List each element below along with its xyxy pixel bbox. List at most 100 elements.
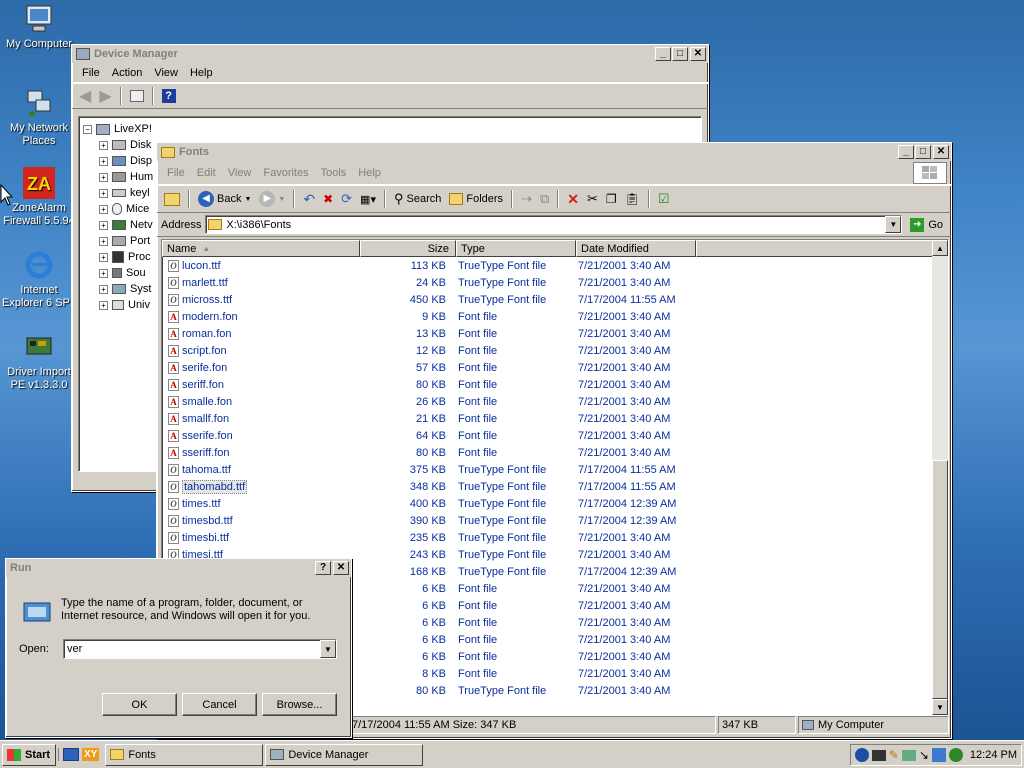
file-row[interactable]: Omicross.ttf 450 KB TrueType Font file 7/17… (162, 291, 948, 308)
move-to-icon[interactable]: ⇢ (518, 189, 535, 209)
menu-file[interactable]: File (161, 165, 191, 181)
address-input[interactable]: X:\i386\Fonts ▼ (205, 215, 903, 234)
paste-icon[interactable]: 📋︎ (622, 190, 643, 208)
maximize-button[interactable]: □ (672, 47, 688, 61)
undo-icon[interactable]: ↶ (300, 189, 318, 210)
menu-help[interactable]: Help (184, 65, 219, 81)
fonts-titlebar[interactable]: Fonts _ □ ✕ (157, 143, 951, 161)
expand-icon[interactable]: + (99, 300, 108, 310)
delete-icon[interactable]: ✕ (564, 189, 582, 210)
device-manager-titlebar[interactable]: Device Manager _ □ ✕ (72, 45, 708, 63)
desktop-icon-my-network-places[interactable]: My Network Places (0, 86, 78, 148)
tray-security-icon[interactable] (948, 748, 963, 762)
menu-favorites[interactable]: Favorites (257, 165, 314, 181)
help-button[interactable]: ? (315, 561, 331, 575)
column-date[interactable]: Date Modified (576, 240, 696, 257)
properties-icon[interactable] (127, 88, 147, 104)
menu-file[interactable]: File (76, 65, 106, 81)
scroll-track[interactable] (932, 256, 948, 460)
scroll-up-icon[interactable]: ▲ (932, 240, 948, 256)
collapse-icon[interactable]: − (83, 124, 92, 134)
run-titlebar[interactable]: Run ? ✕ (6, 559, 351, 577)
file-row[interactable]: Aserife.fon 57 KB Font file 7/21/2001 3:40 … (162, 359, 948, 376)
file-row[interactable]: Otimesbi.ttf 235 KB TrueType Font file 7/21… (162, 529, 948, 546)
show-desktop-icon[interactable] (63, 748, 79, 761)
select-all-icon[interactable]: ☑ (655, 189, 673, 209)
file-row[interactable]: Omarlett.ttf 24 KB TrueType Font file 7/21/… (162, 274, 948, 291)
file-row[interactable]: Aseriff.fon 80 KB Font file 7/21/2001 3:40 … (162, 376, 948, 393)
column-name[interactable]: Name ▲ (162, 240, 360, 257)
menu-view[interactable]: View (148, 65, 184, 81)
views-icon[interactable]: ▦▾ (357, 191, 379, 208)
desktop-icon-my-computer[interactable]: My Computer (0, 2, 78, 51)
tray-network-icon[interactable] (901, 749, 916, 761)
file-row[interactable]: Amodern.fon 9 KB Font file 7/21/2001 3:40 A… (162, 308, 948, 325)
file-row[interactable]: Otimes.ttf 400 KB TrueType Font file 7/17/2… (162, 495, 948, 512)
tray-monitor-icon[interactable] (871, 749, 886, 761)
scroll-down-icon[interactable]: ▼ (932, 699, 948, 715)
file-row[interactable]: Asserife.fon 64 KB Font file 7/21/2001 3:40… (162, 427, 948, 444)
close-button[interactable]: ✕ (933, 145, 949, 159)
minimize-button[interactable]: _ (655, 47, 671, 61)
copy-to-icon[interactable]: ⧉ (537, 189, 552, 209)
close-button[interactable]: ✕ (690, 47, 706, 61)
taskbar-item-device-manager[interactable]: Device Manager (265, 743, 424, 766)
menu-action[interactable]: Action (106, 65, 149, 81)
minimize-button[interactable]: _ (898, 145, 914, 159)
refresh-icon[interactable]: ⟳ (338, 189, 355, 209)
help-icon[interactable]: ? (159, 87, 179, 105)
go-button[interactable]: ➜ Go (906, 217, 947, 232)
expand-icon[interactable]: + (99, 156, 108, 166)
tray-tool2-icon[interactable] (931, 748, 946, 762)
menu-tools[interactable]: Tools (315, 165, 353, 181)
desktop-icon-internet-explorer[interactable]: Internet Explorer 6 SP1 (0, 248, 78, 310)
address-dropdown-button[interactable]: ▼ (885, 216, 902, 233)
copy-icon[interactable]: ❐ (603, 190, 620, 208)
clock[interactable]: 12:24 PM (970, 749, 1017, 761)
file-row[interactable]: Asmallf.fon 21 KB Font file 7/21/2001 3:40 … (162, 410, 948, 427)
expand-icon[interactable]: + (99, 284, 108, 294)
column-size[interactable]: Size (360, 240, 456, 257)
tray-icon[interactable] (854, 748, 869, 762)
cut-icon[interactable]: ✂ (584, 189, 601, 209)
start-button[interactable]: Start (2, 743, 56, 766)
expand-icon[interactable]: + (99, 252, 108, 262)
menu-view[interactable]: View (222, 165, 258, 181)
tray-tool-icon[interactable]: ✎ (889, 748, 899, 762)
browse-button[interactable]: Browse... (262, 693, 337, 716)
file-row[interactable]: Aroman.fon 13 KB Font file 7/21/2001 3:40 A… (162, 325, 948, 342)
expand-icon[interactable]: + (99, 172, 108, 182)
forward-arrow-icon[interactable]: ▶ (96, 84, 114, 108)
stop-icon[interactable]: ✖ (320, 190, 336, 208)
forward-button[interactable]: ▶ ▼ (256, 189, 288, 209)
tree-root[interactable]: − LiveXP! (83, 121, 697, 137)
expand-icon[interactable]: + (99, 236, 108, 246)
file-row[interactable]: Ascript.fon 12 KB Font file 7/21/2001 3:40 … (162, 342, 948, 359)
expand-icon[interactable]: + (99, 268, 108, 278)
tray-arrow-icon[interactable]: ↘ (919, 748, 929, 762)
file-row[interactable]: Otahoma.ttf 375 KB TrueType Font file 7/17/… (162, 461, 948, 478)
maximize-button[interactable]: □ (915, 145, 931, 159)
menu-edit[interactable]: Edit (191, 165, 222, 181)
expand-icon[interactable]: + (99, 220, 108, 230)
file-row[interactable]: Otahomabd.ttf 348 KB TrueType Font file 7/1… (162, 478, 948, 495)
up-folder-icon[interactable] (161, 191, 183, 208)
menu-help[interactable]: Help (352, 165, 387, 181)
back-arrow-icon[interactable]: ◀ (76, 84, 94, 108)
back-button[interactable]: ◀ Back ▼ (195, 189, 254, 209)
folders-button[interactable]: Folders (446, 191, 506, 207)
expand-icon[interactable]: + (99, 140, 108, 150)
chevron-down-icon[interactable]: ▼ (320, 640, 336, 658)
xy-quick-launch-icon[interactable]: XY (82, 748, 100, 761)
desktop-icon-driver-import[interactable]: Driver Import PE v1.3.3.0 (0, 330, 78, 392)
expand-icon[interactable]: + (99, 204, 108, 214)
file-row[interactable]: Asmalle.fon 26 KB Font file 7/21/2001 3:40 … (162, 393, 948, 410)
close-button[interactable]: ✕ (333, 561, 349, 575)
expand-icon[interactable]: + (99, 188, 108, 198)
vertical-scrollbar[interactable]: ▲ ▼ (932, 240, 948, 715)
ok-button[interactable]: OK (102, 693, 177, 716)
file-row[interactable]: Asseriff.fon 80 KB Font file 7/21/2001 3:40… (162, 444, 948, 461)
open-input[interactable]: ver ▼ (63, 639, 337, 659)
column-type[interactable]: Type (456, 240, 576, 257)
file-row[interactable]: Olucon.ttf 113 KB TrueType Font file 7/21/2… (162, 257, 948, 274)
